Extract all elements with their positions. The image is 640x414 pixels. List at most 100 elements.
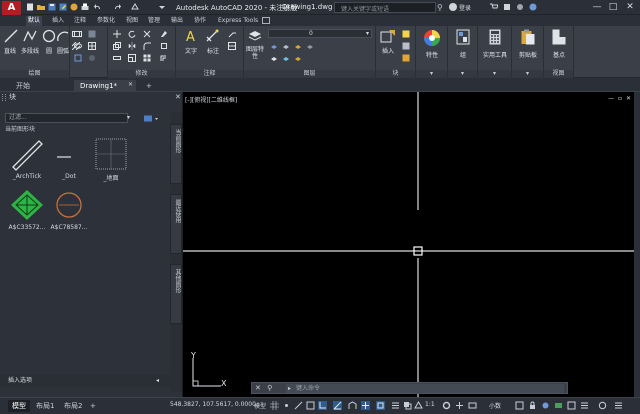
clipboard-tool[interactable]: 剪贴板	[514, 28, 542, 66]
open-folder-icon[interactable]	[37, 3, 45, 11]
group-tool[interactable]: 组	[453, 28, 473, 66]
layer-match-icon[interactable]	[270, 43, 278, 51]
edit-block-icon[interactable]	[402, 42, 410, 50]
tab-collaborate[interactable]: 协作	[192, 16, 208, 26]
user-icon[interactable]	[449, 3, 457, 11]
layer-properties-tool[interactable]: 图层特性	[246, 28, 264, 68]
block-filter-input[interactable]: 过滤... ▾	[5, 113, 130, 123]
text-tool[interactable]: A 文字	[182, 28, 200, 58]
insert-block-tool[interactable]: 插入	[378, 28, 398, 66]
create-block-icon[interactable]	[402, 30, 410, 38]
trim-icon[interactable]	[143, 30, 151, 38]
add-layout-button[interactable]: +	[86, 400, 100, 412]
annotation-monitor-icon[interactable]	[468, 401, 477, 410]
tab-express-tools[interactable]: Express Tools	[216, 16, 260, 26]
command-input[interactable]: ▸ 键入命令	[286, 384, 564, 393]
panel-block-label[interactable]: 块	[376, 70, 415, 78]
tab-output[interactable]: 输出	[169, 16, 185, 26]
community-icon[interactable]	[516, 3, 524, 11]
polar-tracking-icon[interactable]	[333, 401, 342, 410]
cart-icon[interactable]	[490, 3, 498, 11]
gradient-icon[interactable]	[88, 30, 96, 38]
minimize-button[interactable]: —	[590, 1, 604, 13]
transparency-icon[interactable]	[403, 401, 412, 410]
layer-dropdown[interactable]: 0 ▾	[268, 29, 372, 38]
panel-annotation-label[interactable]: 注释	[176, 70, 243, 78]
side-tab-recent[interactable]: 最近使用	[170, 194, 182, 254]
new-file-icon[interactable]	[26, 3, 34, 11]
palette-close-icon[interactable]: ✕	[175, 93, 181, 101]
new-tab-button[interactable]: +	[140, 80, 158, 92]
ribbon-toggle-icon[interactable]	[262, 17, 270, 24]
web-mobile-icon[interactable]	[70, 3, 78, 11]
tab-home[interactable]: 默认	[26, 16, 43, 26]
tab-start[interactable]: 开始	[10, 80, 36, 92]
table-annot-icon[interactable]	[228, 42, 236, 50]
undo-icon[interactable]	[94, 3, 102, 11]
coordinates-readout[interactable]: 548.3827, 107.5617, 0.0000	[170, 401, 256, 408]
search-input[interactable]: 键入关键字或短语	[334, 2, 436, 13]
save-icon[interactable]	[48, 3, 56, 11]
block-acad-2[interactable]: A$C78587...	[48, 188, 90, 232]
leader-icon[interactable]	[228, 30, 236, 38]
tab-parametric[interactable]: 参数化	[95, 16, 117, 26]
rotate-icon[interactable]	[128, 30, 136, 38]
utilities-tool[interactable]: 实用工具	[481, 28, 509, 66]
block-archtick[interactable]: _ArchTick	[6, 137, 48, 181]
view-mode-icon[interactable]	[144, 115, 164, 122]
copy-icon[interactable]	[113, 42, 121, 50]
gear-icon[interactable]	[442, 401, 451, 410]
share-icon[interactable]	[131, 3, 139, 11]
mirror-icon[interactable]	[128, 42, 136, 50]
side-tab-other-drawings[interactable]: 其他图形	[170, 264, 182, 324]
customization-icon[interactable]	[580, 401, 589, 410]
layout-tab-layout2[interactable]: 布局2	[60, 400, 86, 412]
panel-view-label[interactable]: 视图	[544, 70, 573, 78]
units-selector[interactable]: 小数	[489, 401, 501, 410]
layer-state-icon[interactable]	[306, 43, 314, 51]
clipboard-dropdown-icon[interactable]: ▾	[512, 70, 543, 78]
autodesk-app-icon[interactable]	[503, 3, 511, 11]
infer-constraints-icon[interactable]	[294, 401, 303, 410]
layer-isolate-icon[interactable]	[282, 43, 290, 51]
drawing-canvas[interactable]: [-][俯视][二维线框] — ▫ ✕ Y X ✕ ⚲ ▸ 键入命令	[183, 92, 634, 397]
properties-dropdown-icon[interactable]: ▾	[416, 70, 447, 78]
layer-freeze-all-icon[interactable]	[282, 55, 290, 63]
isodraft-icon[interactable]	[348, 401, 357, 410]
line-tool[interactable]: 直线	[2, 28, 18, 58]
explode-icon[interactable]	[160, 42, 168, 50]
maximize-button[interactable]: □	[606, 1, 620, 13]
app-logo[interactable]: A	[2, 1, 21, 15]
isolate-objects-icon[interactable]	[541, 401, 550, 410]
status-menu-icon[interactable]	[614, 401, 623, 410]
insert-options-arrow-icon[interactable]: ◂	[156, 375, 159, 387]
dimension-tool[interactable]: 标注	[204, 28, 222, 58]
lineweight-icon[interactable]	[391, 401, 400, 410]
tab-annotate[interactable]: 注释	[72, 16, 88, 26]
groups-dropdown-icon[interactable]: ▾	[448, 70, 477, 78]
array-icon[interactable]	[143, 54, 151, 62]
help-icon[interactable]	[529, 3, 537, 11]
fillet-icon[interactable]	[143, 42, 151, 50]
utilities-dropdown-icon[interactable]: ▾	[478, 70, 511, 78]
annotation-visibility-icon[interactable]	[414, 401, 423, 410]
object-snap-tracking-icon[interactable]	[361, 401, 370, 410]
layer-off-icon[interactable]	[294, 43, 302, 51]
layout-tab-model[interactable]: 模型	[8, 400, 30, 412]
polyline-tool[interactable]: 多段线	[19, 28, 41, 58]
rectangle-small-icon[interactable]	[74, 30, 82, 38]
object-snap-icon[interactable]	[376, 401, 385, 410]
region-icon[interactable]	[88, 54, 96, 62]
redo-icon[interactable]	[113, 3, 121, 11]
qat-dropdown-icon[interactable]	[158, 3, 166, 11]
ellipse-icon[interactable]	[74, 42, 82, 50]
properties-tool[interactable]: 特性	[422, 28, 442, 66]
stretch-icon[interactable]	[113, 54, 121, 62]
tab-drawing1-close-icon[interactable]: ✕	[128, 81, 133, 88]
panel-layers-label[interactable]: 图层	[244, 70, 375, 78]
command-line-close-icon[interactable]: ✕ ⚲	[255, 384, 274, 392]
filter-dropdown-icon[interactable]: ▾	[127, 114, 130, 122]
layer-lock-all-icon[interactable]	[294, 55, 302, 63]
block-attr-icon[interactable]	[402, 54, 410, 62]
annotation-scale[interactable]: 1:1	[425, 401, 435, 408]
